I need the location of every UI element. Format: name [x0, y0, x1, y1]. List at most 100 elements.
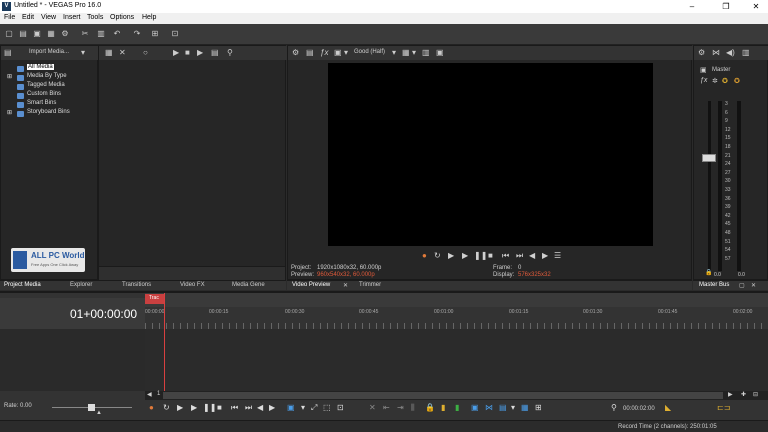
cursor-time[interactable]: 00:00:02:00 [623, 406, 655, 412]
menu-options[interactable]: Options [110, 14, 134, 21]
search-icon[interactable]: ⚲ [227, 48, 233, 57]
tab-close-icon[interactable]: ✕ [751, 282, 756, 289]
play-icon[interactable]: ▶ [462, 251, 468, 260]
chevron-down-icon[interactable]: ▾ [412, 48, 416, 57]
chevron-down-icon[interactable]: ▾ [392, 48, 396, 57]
menu-lines-icon[interactable]: ☰ [554, 251, 561, 260]
copy-snapshot-icon[interactable]: ▥ [422, 48, 430, 57]
lock-icon[interactable]: 🔒 [705, 269, 712, 276]
preview-quality-select[interactable]: Good (Half) [354, 49, 385, 55]
menu-tools[interactable]: Tools [87, 14, 103, 21]
open-icon[interactable]: ▤ [18, 29, 28, 39]
settings-gear-icon[interactable]: ⚙ [60, 29, 70, 39]
split-screen-icon[interactable]: ▣ [334, 48, 342, 57]
tab-master-bus[interactable]: Master Bus [699, 282, 729, 288]
auto-ripple-icon[interactable]: ▤ [499, 403, 507, 412]
fx-icon[interactable]: ƒx [700, 77, 707, 84]
tree-item-custom-bins[interactable]: Custom Bins [27, 91, 61, 97]
undo-icon[interactable]: ↶ [112, 29, 122, 39]
scroll-thumb[interactable] [163, 392, 723, 399]
tab-close-icon[interactable]: ✕ [343, 282, 348, 289]
settings-gear-icon[interactable]: ⚙ [292, 48, 299, 57]
marker-icon[interactable]: ▮ [441, 403, 445, 412]
dock-icon[interactable]: ▢ [739, 282, 745, 289]
next-frame-icon[interactable]: ▶ [269, 403, 275, 412]
save-icon[interactable]: ▣ [32, 29, 42, 39]
menu-file[interactable]: File [4, 14, 15, 21]
prev-frame-icon[interactable]: ◀ [529, 251, 535, 260]
minimize-button[interactable]: – [680, 1, 704, 12]
tab-trimmer[interactable]: Trimmer [359, 282, 381, 288]
remove-icon[interactable]: ✕ [119, 48, 126, 57]
tab-transitions[interactable]: Transitions [122, 282, 151, 288]
region-icon[interactable]: ▮ [455, 403, 459, 412]
tab-video-fx[interactable]: Video FX [180, 282, 205, 288]
paste-icon[interactable]: ▥ [96, 29, 106, 39]
cut-icon[interactable]: ✂ [80, 29, 90, 39]
history-icon[interactable]: ⊞ [150, 29, 160, 39]
loop-icon[interactable]: ↻ [163, 403, 170, 412]
record-icon[interactable]: ● [422, 251, 427, 260]
ignore-grouping-icon[interactable]: ⊞ [535, 403, 542, 412]
chevron-down-icon[interactable]: ▾ [81, 48, 85, 57]
zoom-in-icon[interactable]: ✚ [741, 391, 746, 398]
snapping-icon[interactable]: ▣ [471, 403, 479, 412]
video-display[interactable] [328, 63, 653, 246]
pause-icon[interactable]: ❚❚ [474, 251, 487, 260]
stop-icon[interactable]: ■ [488, 251, 493, 260]
chevron-down-icon[interactable]: ▾ [301, 403, 305, 412]
auto-crossfade-icon[interactable]: ⋈ [485, 403, 493, 412]
save-snapshot-icon[interactable]: ▣ [436, 48, 444, 57]
lock-icon[interactable]: 🔒 [425, 403, 435, 412]
play-from-start-icon[interactable]: ▶ [177, 403, 183, 412]
next-frame-icon[interactable]: ▶ [542, 251, 548, 260]
tree-item-all-media[interactable]: All Media [27, 64, 54, 70]
speaker-icon[interactable]: ◀) [726, 48, 735, 57]
expand-icon[interactable]: ⊞ [7, 109, 12, 116]
import-media-button[interactable]: Import Media... [29, 49, 69, 55]
trim-end-icon[interactable]: ⇥ [397, 403, 404, 412]
render-icon[interactable]: ▦ [46, 29, 56, 39]
envelope-tool-icon[interactable]: ⤢ [311, 403, 317, 413]
tree-item-tagged-media[interactable]: Tagged Media [27, 82, 65, 88]
views-icon[interactable]: ▦ [105, 48, 113, 57]
menu-edit[interactable]: Edit [22, 14, 34, 21]
normal-edit-tool-icon[interactable]: ▣ [287, 403, 295, 412]
tab-media-generators[interactable]: Media Gene [232, 282, 265, 288]
stop-icon[interactable]: ■ [185, 48, 190, 57]
stop-icon[interactable]: ■ [217, 403, 222, 412]
go-to-start-icon[interactable]: ⏮ [231, 403, 238, 413]
master-fader-handle[interactable] [702, 154, 716, 162]
master-collapse-icon[interactable]: ▣ [700, 66, 707, 74]
prev-frame-icon[interactable]: ◀ [257, 403, 263, 412]
scroll-left-icon[interactable]: ◀ [147, 391, 152, 398]
tab-project-media[interactable]: Project Media [4, 282, 41, 288]
scroll-right-icon[interactable]: ▶ [728, 391, 733, 398]
timeline-scrollbar[interactable]: ◀ 1 ▶ ✚ ⊟ [145, 391, 768, 400]
new-icon[interactable]: ▢ [4, 29, 14, 39]
automation-icon[interactable]: ✲ [712, 77, 718, 85]
tree-item-storyboard-bins[interactable]: Storyboard Bins [27, 109, 70, 115]
redo-icon[interactable]: ↷ [132, 29, 142, 39]
timeline-area[interactable]: Trac 00:00:00 00:00:15 00:00:30 00:00:45… [145, 293, 768, 391]
import-media-icon[interactable]: ▤ [4, 48, 12, 57]
chevron-down-icon[interactable]: ▾ [511, 403, 515, 412]
maximize-button[interactable]: ❐ [714, 1, 738, 12]
tree-item-media-by-type[interactable]: Media By Type [27, 73, 67, 79]
menu-view[interactable]: View [41, 14, 56, 21]
pause-icon[interactable]: ❚❚ [203, 403, 216, 412]
expand-icon[interactable]: ⊞ [7, 73, 12, 80]
go-to-start-icon[interactable]: ⏮ [502, 251, 509, 261]
trim-icon[interactable]: ⇤ [383, 403, 390, 412]
tab-explorer[interactable]: Explorer [70, 282, 92, 288]
chevron-down-icon[interactable]: ▾ [344, 48, 348, 57]
menu-insert[interactable]: Insert [63, 14, 81, 21]
time-ruler[interactable]: 00:00:00 00:00:15 00:00:30 00:00:45 00:0… [145, 307, 768, 329]
solo-icon[interactable]: ✪ [734, 77, 740, 85]
play-icon[interactable]: ▶ [173, 48, 179, 57]
timecode-display[interactable]: 01+00:00:00 [70, 307, 137, 321]
selection-tool-icon[interactable]: ⬚ [323, 403, 331, 412]
auto-preview-icon[interactable]: ▶ [197, 48, 203, 57]
loop-icon[interactable]: ↻ [434, 251, 441, 260]
refresh-icon[interactable]: ○ [143, 48, 148, 57]
